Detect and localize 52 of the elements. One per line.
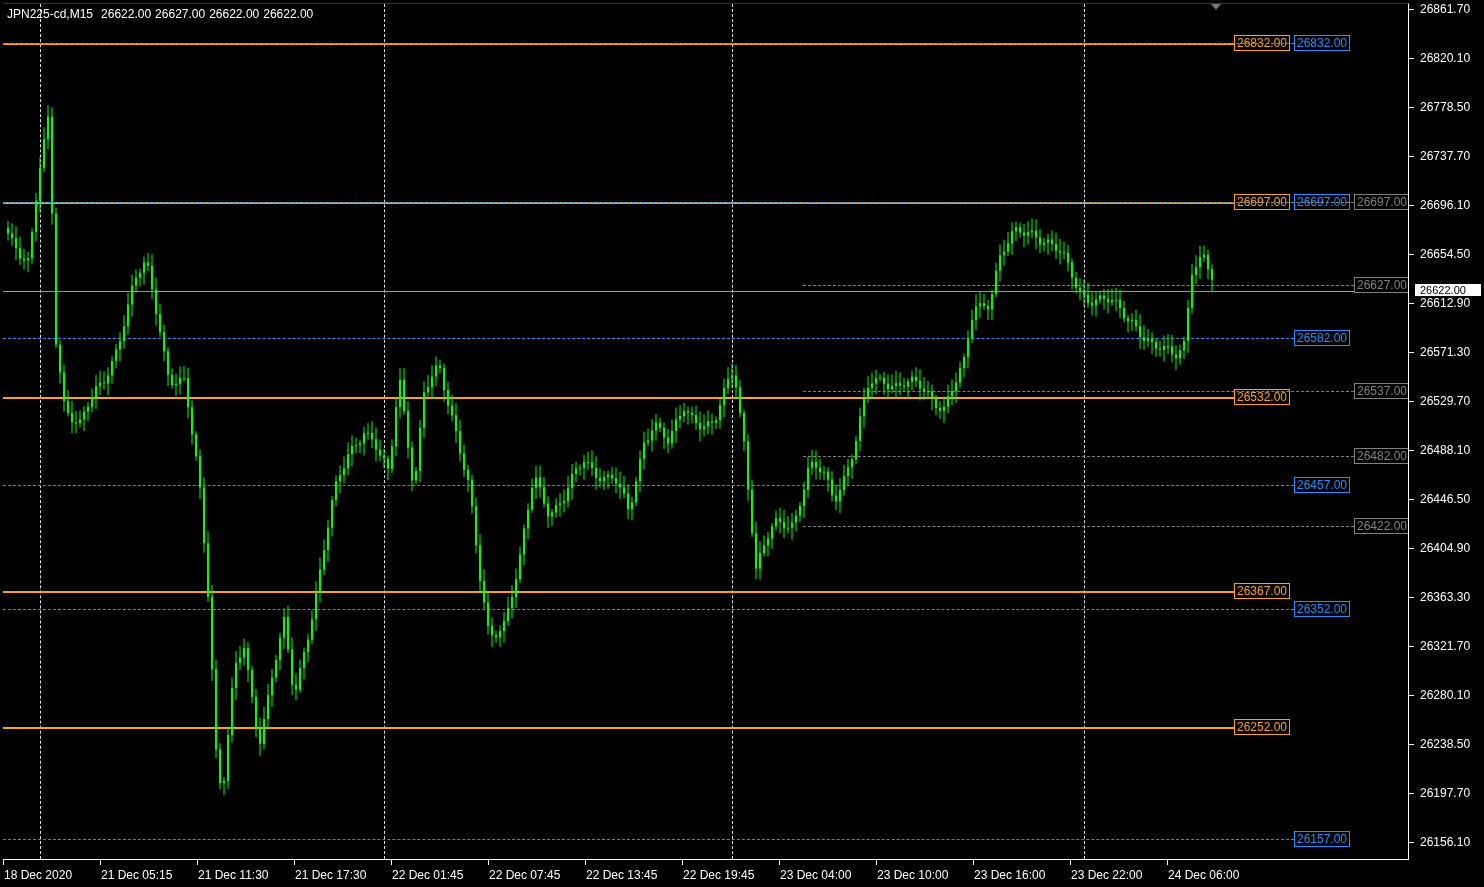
time-tick-label: 23 Dec 10:00 <box>876 860 973 887</box>
ohlc-value: 26622.00 <box>209 7 260 21</box>
time-tick-label: 22 Dec 01:45 <box>391 860 488 887</box>
chart-shift-icon[interactable] <box>1211 4 1221 10</box>
price-tick-label: 26696.10 <box>1420 198 1471 212</box>
time-tick-label: 23 Dec 16:00 <box>973 860 1070 887</box>
time-tick-label: 18 Dec 2020 <box>3 860 100 887</box>
price-tick-label: 26571.30 <box>1420 345 1471 359</box>
price-tick-label: 26446.50 <box>1420 492 1471 506</box>
price-tick-label: 26488.10 <box>1420 443 1471 457</box>
price-level-label: 26697.00 <box>1354 194 1408 211</box>
price-tick-label: 26778.50 <box>1420 100 1471 114</box>
price-tick-label: 26654.50 <box>1420 247 1471 261</box>
price-tick-label: 26280.10 <box>1420 688 1471 702</box>
price-level-label: 26367.00 <box>1234 583 1290 600</box>
price-level-label: 26582.00 <box>1294 329 1350 346</box>
price-level-label: 26697.00 <box>1234 194 1290 211</box>
ohlc-value: 26622.00 <box>263 7 314 21</box>
price-level-label: 26697.00 <box>1294 194 1350 211</box>
price-level-label: 26482.00 <box>1354 447 1408 464</box>
time-tick-label: 22 Dec 19:45 <box>682 860 779 887</box>
current-price-label: 26622.00 <box>1415 283 1481 296</box>
time-tick-label: 23 Dec 22:00 <box>1070 860 1167 887</box>
price-tick-label: 26363.30 <box>1420 590 1471 604</box>
time-tick-label: 21 Dec 05:15 <box>100 860 197 887</box>
time-tick-label: 22 Dec 13:45 <box>585 860 682 887</box>
price-tick-label: 26612.90 <box>1420 296 1471 310</box>
price-level-label: 26457.00 <box>1294 477 1350 494</box>
price-tick-label: 26529.70 <box>1420 394 1471 408</box>
price-level-label: 26157.00 <box>1294 830 1350 847</box>
ohlc-value: 26627.00 <box>155 7 206 21</box>
ohlc-value: 26622.00 <box>101 7 152 21</box>
price-tick-label: 26238.50 <box>1420 737 1471 751</box>
price-level-label: 26627.00 <box>1354 276 1408 293</box>
symbol-label: JPN225-cd,M15 <box>7 7 94 21</box>
price-level-label: 26422.00 <box>1354 518 1408 535</box>
time-tick-label: 21 Dec 11:30 <box>197 860 294 887</box>
price-level-label: 26832.00 <box>1294 35 1350 51</box>
price-level-label: 26252.00 <box>1234 718 1290 735</box>
price-tick-label: 26737.70 <box>1420 149 1471 163</box>
price-tick-label: 26820.10 <box>1420 51 1471 65</box>
price-tick-label: 26404.90 <box>1420 541 1471 555</box>
time-tick-label: 22 Dec 07:45 <box>488 860 585 887</box>
time-tick-label: 23 Dec 04:00 <box>779 860 876 887</box>
price-tick-label: 26156.10 <box>1420 835 1471 849</box>
price-tick-label: 26197.70 <box>1420 786 1471 800</box>
time-tick-label: 21 Dec 17:30 <box>294 860 391 887</box>
time-tick-label: 24 Dec 06:00 <box>1167 860 1264 887</box>
price-level-label: 26352.00 <box>1294 601 1350 617</box>
price-level-label: 26537.00 <box>1354 382 1408 399</box>
price-tick-label: 26861.70 <box>1420 2 1471 16</box>
price-tick-label: 26321.70 <box>1420 639 1471 653</box>
